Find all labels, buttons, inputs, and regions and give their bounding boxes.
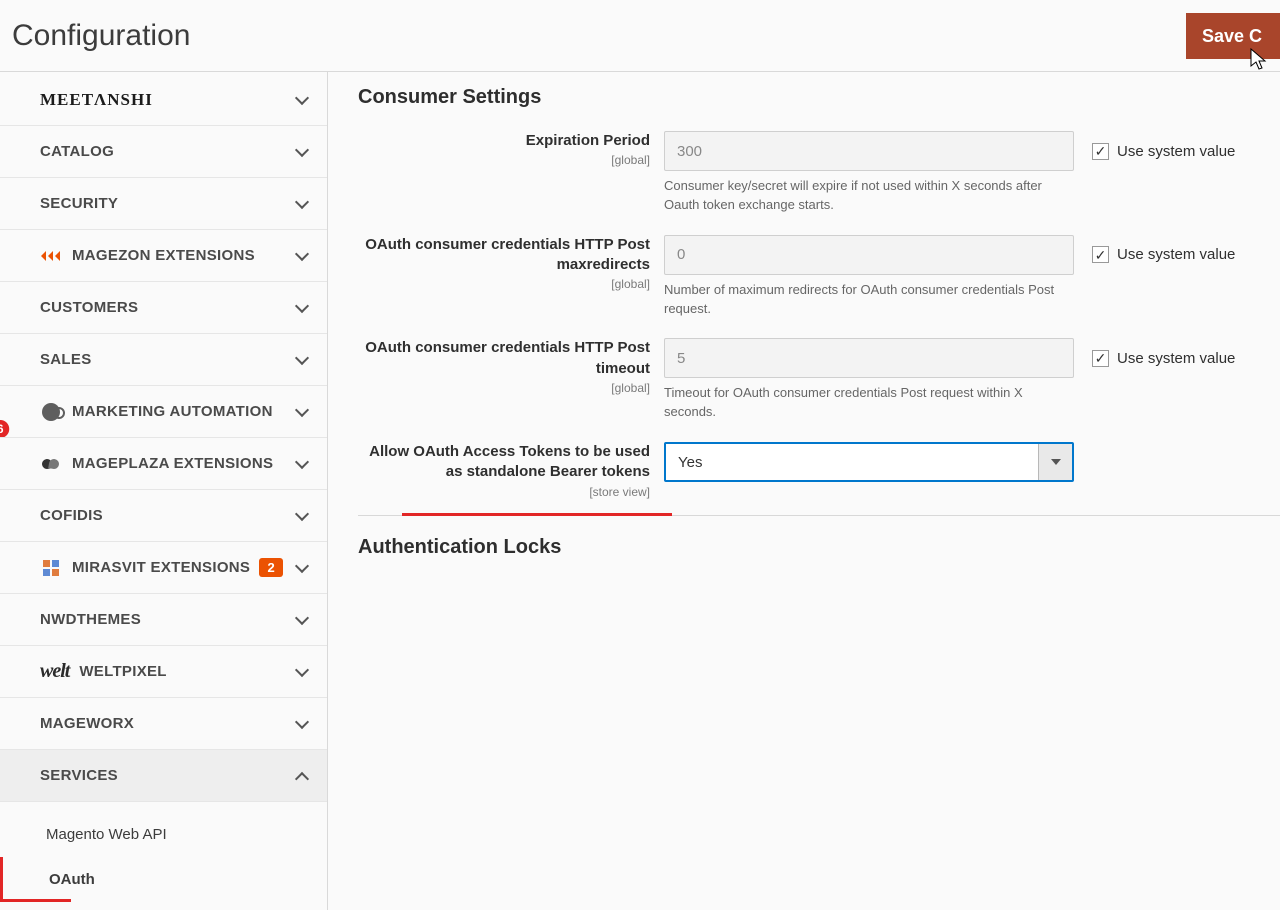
scope-label: [global] [358,277,650,291]
field-label: Allow OAuth Access Tokens to be used as … [369,443,650,480]
save-button[interactable]: Save C [1186,13,1280,59]
timeout-input[interactable] [664,338,1074,378]
magezon-logo-icon [40,248,62,264]
sidebar-item-meetanshi[interactable]: MEETΛNSHI [0,74,327,126]
sidebar-item-marketing[interactable]: MARKETING AUTOMATION [0,386,327,438]
expiration-input[interactable] [664,131,1074,171]
scope-label: [store view] [358,485,650,499]
services-sub-list: Magento Web API OAuth [0,802,327,902]
sidebar-item-label: MAGEPLAZA EXTENSIONS [72,455,273,472]
sidebar-item-security[interactable]: SECURITY [0,178,327,230]
chevron-down-icon [295,561,309,575]
sidebar-item-label: MIRASVIT EXTENSIONS [72,559,250,576]
sidebar-item-nwdthemes[interactable]: NWDTHEMES [0,594,327,646]
content-area: Consumer Settings Expiration Period [glo… [328,72,1280,910]
field-maxredirects: OAuth consumer credentials HTTP Post max… [358,235,1280,339]
field-bearer-token: Allow OAuth Access Tokens to be used as … [358,442,1280,505]
mageplaza-logo-icon [40,457,62,471]
sidebar-item-mageplaza[interactable]: MAGEPLAZA EXTENSIONS [0,438,327,490]
sidebar-item-sales[interactable]: SALES [0,334,327,386]
sidebar-item-label: MAGEZON EXTENSIONS [72,247,255,264]
subitem-oauth[interactable]: OAuth [0,857,327,902]
field-label: Expiration Period [526,132,650,149]
sidebar-item-mirasvit[interactable]: MIRASVIT EXTENSIONS 2 [0,542,327,594]
mirasvit-logo-icon [40,559,62,577]
sidebar-item-mageworx[interactable]: MAGEWORX [0,698,327,750]
scope-label: [global] [358,381,650,395]
chevron-down-icon [295,613,309,627]
field-help: Number of maximum redirects for OAuth co… [664,281,1074,319]
use-system-value-label: Use system value [1117,246,1235,263]
chevron-down-icon [295,457,309,471]
sidebar-item-catalog[interactable]: CATALOG [0,126,327,178]
field-expiration-period: Expiration Period [global] Consumer key/… [358,131,1280,235]
chevron-down-icon [295,197,309,211]
bearer-select[interactable]: Yes [664,442,1074,482]
use-system-value-label: Use system value [1117,143,1235,160]
page-title: Configuration [12,19,190,53]
meetanshi-logo-icon: MEETΛNSHI [40,90,153,110]
use-system-value-checkbox[interactable] [1092,350,1109,367]
sidebar-item-magezon[interactable]: MAGEZON EXTENSIONS [0,230,327,282]
chevron-down-icon [295,509,309,523]
config-sidebar: 06 MEETΛNSHI CATALOG SECURITY MAGEZON EX… [0,72,328,910]
chevron-down-icon [295,93,309,107]
sidebar-item-label: MARKETING AUTOMATION [72,403,273,420]
chevron-down-icon [295,405,309,419]
chevron-down-icon [295,249,309,263]
use-system-value-label: Use system value [1117,350,1235,367]
scope-label: [global] [358,153,650,167]
caret-down-icon [1038,444,1072,480]
chevron-down-icon [295,353,309,367]
field-label: OAuth consumer credentials HTTP Post max… [365,236,650,273]
chevron-down-icon [295,717,309,731]
subitem-magento-web-api[interactable]: Magento Web API [0,812,327,857]
mirasvit-count-badge: 2 [259,558,283,577]
chevron-up-icon [295,769,309,783]
section-auth-locks-title[interactable]: Authentication Locks [358,536,1280,581]
chevron-down-icon [295,665,309,679]
weltpixel-logo-icon: welt [40,660,69,683]
sidebar-item-customers[interactable]: CUSTOMERS [0,282,327,334]
marketing-logo-icon [40,403,62,421]
field-label: OAuth consumer credentials HTTP Post tim… [365,339,650,376]
sidebar-item-services[interactable]: SERVICES [0,750,327,802]
field-help: Timeout for OAuth consumer credentials P… [664,384,1074,422]
field-help: Consumer key/secret will expire if not u… [664,177,1074,215]
chevron-down-icon [295,301,309,315]
sidebar-item-cofidis[interactable]: COFIDIS [0,490,327,542]
sidebar-item-label: WELTPIXEL [79,663,166,680]
use-system-value-checkbox[interactable] [1092,143,1109,160]
sidebar-item-weltpixel[interactable]: welt WELTPIXEL [0,646,327,698]
chevron-down-icon [295,145,309,159]
section-consumer-settings-title[interactable]: Consumer Settings [358,86,1280,131]
use-system-value-checkbox[interactable] [1092,246,1109,263]
field-timeout: OAuth consumer credentials HTTP Post tim… [358,338,1280,442]
select-value: Yes [666,444,1038,480]
maxredirects-input[interactable] [664,235,1074,275]
